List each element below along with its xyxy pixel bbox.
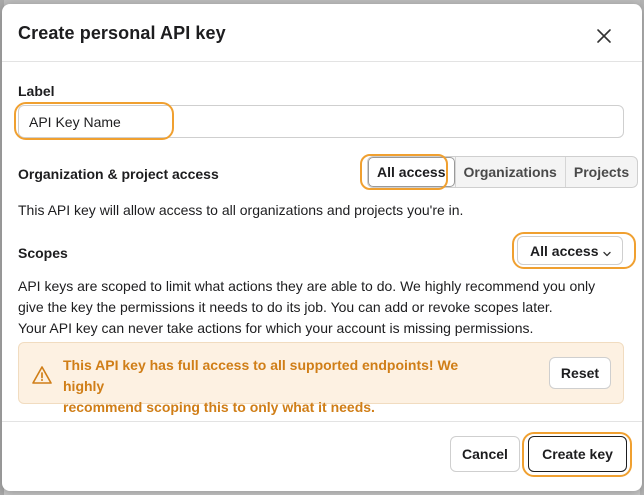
create-key-button[interactable]: Create key <box>528 436 627 472</box>
org-access-heading: Organization & project access <box>18 166 219 182</box>
label-input[interactable] <box>18 105 624 138</box>
create-api-key-dialog: Create personal API key Label Organizati… <box>2 4 642 491</box>
scopes-heading: Scopes <box>18 245 68 261</box>
scopes-description-line: Your API key can never take actions for … <box>18 320 534 336</box>
close-icon[interactable] <box>592 24 616 48</box>
label-heading: Label <box>18 83 55 99</box>
scopes-select[interactable]: All access <box>517 236 623 265</box>
warning-triangle-icon <box>31 365 53 390</box>
scopes-description: API keys are scoped to limit what action… <box>18 276 628 339</box>
scopes-select-value: All access <box>530 242 599 259</box>
footer-divider <box>2 421 642 422</box>
access-option-projects[interactable]: Projects <box>564 157 637 187</box>
dialog-header: Create personal API key <box>2 4 642 62</box>
warning-text: This API key has full access to all supp… <box>63 355 503 418</box>
access-segmented-control: All access Organizations Projects <box>367 156 639 188</box>
access-option-all[interactable]: All access <box>368 157 455 187</box>
scopes-description-line: give the key the permissions it needs to… <box>18 299 553 315</box>
cancel-button[interactable]: Cancel <box>450 436 520 472</box>
warning-text-line: recommend scoping this to only what it n… <box>63 399 375 415</box>
access-option-organizations[interactable]: Organizations <box>454 157 565 187</box>
reset-button[interactable]: Reset <box>549 357 611 389</box>
warning-text-line: This API key has full access to all supp… <box>63 357 459 394</box>
dialog-title: Create personal API key <box>18 23 226 43</box>
access-description: This API key will allow access to all or… <box>18 202 464 218</box>
warning-banner: This API key has full access to all supp… <box>18 342 624 415</box>
chevron-down-icon <box>602 246 612 262</box>
scopes-description-line: API keys are scoped to limit what action… <box>18 278 596 294</box>
